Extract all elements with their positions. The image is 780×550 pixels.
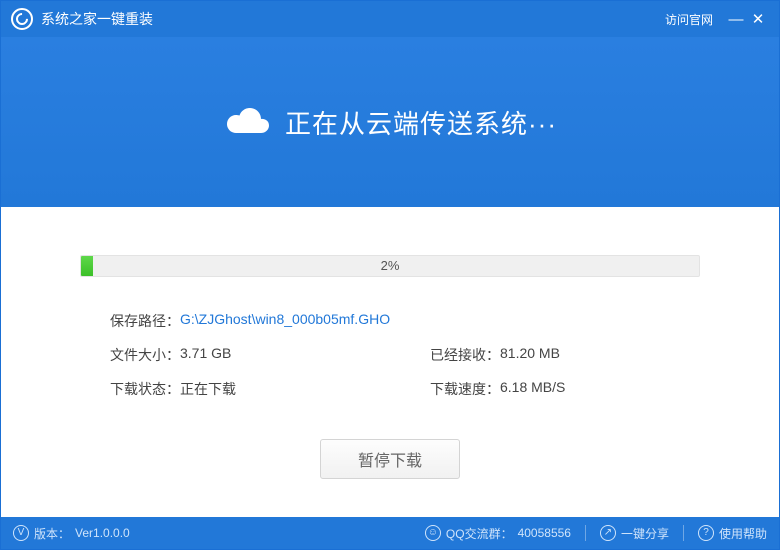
qq-icon: ☺: [425, 525, 441, 541]
progress-percent-label: 2%: [80, 255, 700, 277]
app-title: 系统之家一键重装: [41, 9, 153, 29]
hero-status-text: 正在从云端传送系统···: [285, 104, 557, 141]
share-button[interactable]: ↗ 一键分享: [600, 525, 669, 542]
app-window: 系统之家一键重装 访问官网 — ✕ 正在从云端传送系统··· 2% 保存路径： …: [0, 0, 780, 550]
progress-bar: 2%: [80, 255, 700, 277]
help-label: 使用帮助: [719, 525, 767, 542]
footer-bar: V 版本： Ver1.0.0.0 ☺ QQ交流群： 40058556 ↗ 一键分…: [1, 517, 779, 549]
version-value: Ver1.0.0.0: [75, 526, 130, 540]
help-icon: ?: [698, 525, 714, 541]
received-label: 已经接收：: [430, 345, 500, 365]
save-path-value[interactable]: G:\ZJGhost\win8_000b05mf.GHO: [180, 311, 390, 331]
save-path-row: 保存路径： G:\ZJGhost\win8_000b05mf.GHO: [110, 311, 670, 331]
received-value: 81.20 MB: [500, 345, 560, 365]
content-area: 2% 保存路径： G:\ZJGhost\win8_000b05mf.GHO 文件…: [1, 207, 779, 517]
close-button[interactable]: ✕: [747, 12, 769, 27]
share-icon: ↗: [600, 525, 616, 541]
pause-download-button[interactable]: 暂停下载: [320, 439, 460, 479]
footer-divider: [585, 525, 586, 541]
received-row: 已经接收： 81.20 MB: [430, 345, 670, 365]
help-button[interactable]: ? 使用帮助: [698, 525, 767, 542]
app-logo-icon: [11, 8, 33, 30]
qq-group-link[interactable]: ☺ QQ交流群： 40058556: [425, 525, 571, 542]
download-info: 保存路径： G:\ZJGhost\win8_000b05mf.GHO 文件大小：…: [110, 311, 670, 399]
file-size-label: 文件大小：: [110, 345, 180, 365]
speed-value: 6.18 MB/S: [500, 379, 565, 399]
cloud-icon: [223, 105, 271, 139]
qq-label: QQ交流群：: [446, 525, 513, 542]
save-path-label: 保存路径：: [110, 311, 180, 331]
speed-row: 下载速度： 6.18 MB/S: [430, 379, 670, 399]
status-row: 下载状态： 正在下载: [110, 379, 430, 399]
share-label: 一键分享: [621, 525, 669, 542]
speed-label: 下载速度：: [430, 379, 500, 399]
qq-value: 40058556: [518, 526, 571, 540]
file-size-row: 文件大小： 3.71 GB: [110, 345, 430, 365]
titlebar: 系统之家一键重装 访问官网 — ✕: [1, 1, 779, 37]
hero-banner: 正在从云端传送系统···: [1, 37, 779, 207]
version-label: 版本：: [34, 525, 70, 542]
version-icon: V: [13, 525, 29, 541]
download-status-label: 下载状态：: [110, 379, 180, 399]
download-status-value: 正在下载: [180, 379, 236, 399]
footer-divider: [683, 525, 684, 541]
minimize-button[interactable]: —: [725, 12, 747, 27]
version-info: V 版本： Ver1.0.0.0: [13, 525, 130, 542]
official-site-link[interactable]: 访问官网: [665, 11, 713, 28]
file-size-value: 3.71 GB: [180, 345, 231, 365]
